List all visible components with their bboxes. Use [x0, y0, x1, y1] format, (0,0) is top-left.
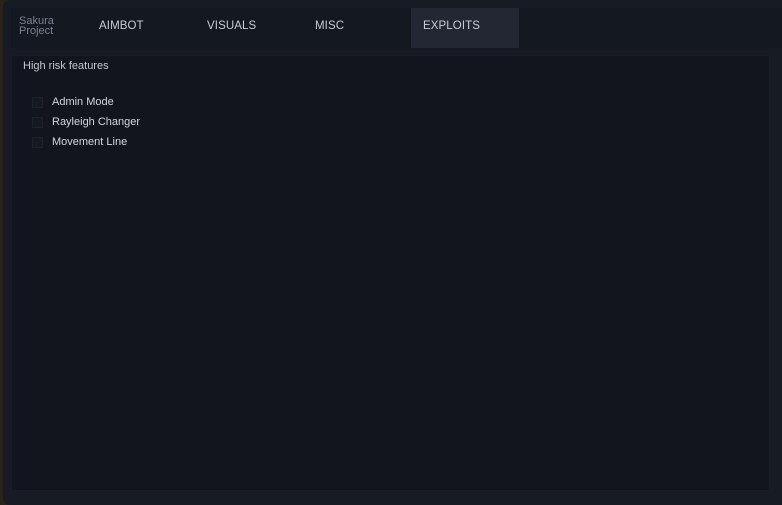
rayleigh-changer-checkbox[interactable]: [32, 117, 43, 128]
option-label: Movement Line: [52, 136, 128, 148]
movement-line-checkbox[interactable]: [32, 137, 43, 148]
top-navigation-bar: Sakura Project AIMBOT VISUALS MISC EXPLO…: [11, 8, 782, 48]
option-admin-mode[interactable]: Admin Mode: [32, 95, 232, 111]
option-label: Rayleigh Changer: [52, 116, 141, 128]
tab-exploits[interactable]: EXPLOITS: [411, 8, 519, 48]
cheat-menu-window: Sakura Project AIMBOT VISUALS MISC EXPLO…: [3, 0, 782, 505]
tab-misc[interactable]: MISC: [303, 8, 411, 48]
option-rayleigh-changer[interactable]: Rayleigh Changer: [32, 115, 232, 131]
tab-visuals[interactable]: VISUALS: [195, 8, 303, 48]
tab-aimbot[interactable]: AIMBOT: [87, 8, 195, 48]
section-title: High risk features: [23, 60, 109, 72]
brand-logo-text: Sakura Project: [19, 16, 63, 37]
admin-mode-checkbox[interactable]: [32, 97, 43, 108]
brand-line-2: Project: [19, 25, 54, 37]
option-label: Admin Mode: [52, 96, 114, 108]
option-movement-line[interactable]: Movement Line: [32, 135, 232, 151]
exploits-panel: High risk features Admin Mode Rayleigh C…: [11, 55, 770, 491]
